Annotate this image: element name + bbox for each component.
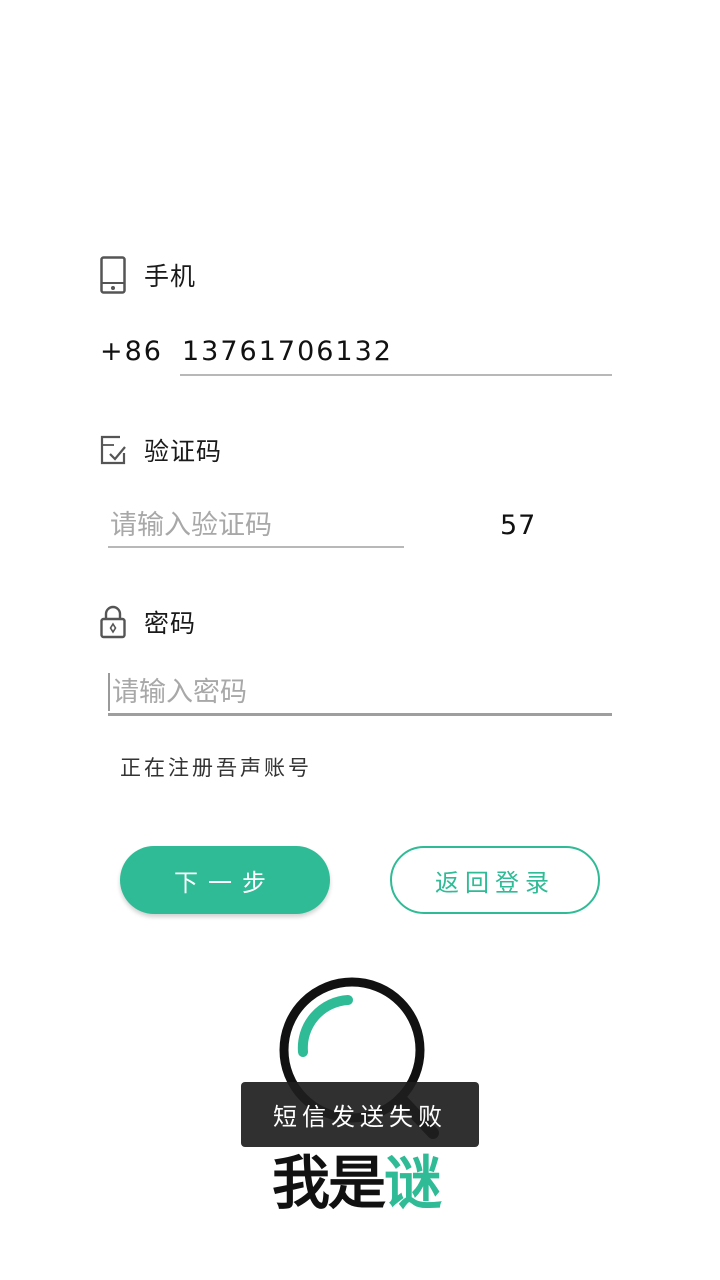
phone-label-row: 手机 xyxy=(100,255,196,295)
toast-message: 短信发送失败 xyxy=(241,1082,479,1147)
phone-underline xyxy=(180,374,612,376)
country-code[interactable]: +86 xyxy=(100,336,163,367)
lock-icon xyxy=(100,603,126,641)
password-underline xyxy=(108,713,612,716)
phone-input[interactable]: 13761706132 xyxy=(182,336,393,367)
phone-icon xyxy=(100,256,126,294)
back-to-login-button[interactable]: 返回登录 xyxy=(390,846,600,914)
toast-text: 短信发送失败 xyxy=(273,1103,447,1131)
logo-wordmark: 我是谜 xyxy=(272,1136,442,1220)
code-underline xyxy=(108,546,404,548)
checkbox-icon xyxy=(100,431,126,469)
registration-status: 正在注册吾声账号 xyxy=(120,756,312,780)
code-input[interactable] xyxy=(110,505,400,545)
code-label-row: 验证码 xyxy=(100,430,222,470)
next-step-button[interactable]: 下一步 xyxy=(120,846,330,914)
text-cursor xyxy=(108,673,110,711)
phone-label: 手机 xyxy=(144,262,197,291)
logo-text-main: 我是 xyxy=(272,1149,386,1217)
logo-text-accent: 谜 xyxy=(384,1149,442,1217)
password-input[interactable] xyxy=(112,672,607,712)
password-label: 密码 xyxy=(144,609,197,638)
code-label: 验证码 xyxy=(144,437,223,466)
countdown-timer: 57 xyxy=(500,510,537,541)
password-label-row: 密码 xyxy=(100,602,196,642)
